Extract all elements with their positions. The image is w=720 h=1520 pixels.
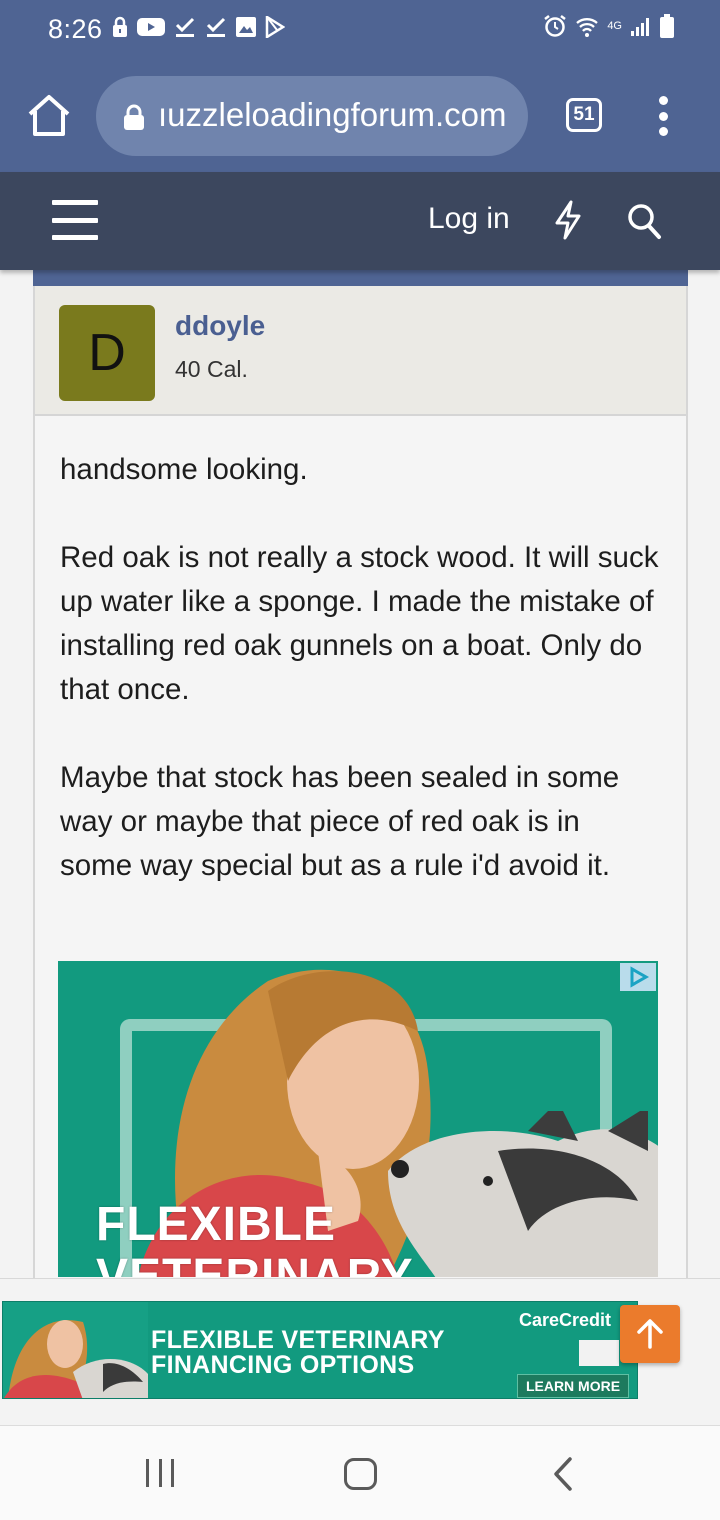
- site-navigation: Log in: [0, 172, 720, 270]
- battery-icon: [660, 14, 674, 38]
- system-navigation-bar: [0, 1425, 720, 1520]
- wifi-icon: [576, 18, 599, 37]
- check-download-icon: [175, 17, 195, 37]
- post-paragraph: handsome looking.: [60, 453, 308, 486]
- url-text: ıuzzleloadingforum.com: [158, 96, 507, 133]
- ad-headline: FLEXIBLE VETERINARY: [96, 1198, 414, 1278]
- menu-icon[interactable]: [52, 200, 98, 240]
- alarm-icon: [544, 15, 567, 37]
- login-link[interactable]: Log in: [428, 202, 510, 236]
- status-bar: 8:26 4G: [0, 0, 720, 62]
- learn-more-button[interactable]: LEARN MORE: [517, 1374, 629, 1398]
- avatar[interactable]: D: [59, 305, 155, 401]
- system-status-icons: 4G: [543, 14, 674, 38]
- post-author-header: D ddoyle 40 Cal.: [35, 286, 686, 416]
- home-icon[interactable]: [26, 92, 72, 138]
- banner-headline: FLEXIBLE VETERINARY FINANCING OPTIONS: [151, 1328, 445, 1378]
- user-title: 40 Cal.: [175, 356, 248, 382]
- username-link[interactable]: ddoyle: [175, 310, 265, 342]
- banner-headline-line2: FINANCING OPTIONS: [151, 1351, 415, 1379]
- notification-icons: [112, 16, 285, 38]
- network-type: 4G: [607, 20, 622, 32]
- home-button-icon[interactable]: [344, 1458, 377, 1490]
- banner-headline-line1: FLEXIBLE VETERINARY: [151, 1326, 445, 1354]
- status-time: 8:26: [48, 14, 103, 44]
- post-paragraph: Maybe that stock has been sealed in some…: [60, 761, 620, 882]
- ad-headline-line2: VETERINARY: [96, 1250, 414, 1278]
- whats-new-bolt-icon[interactable]: [552, 200, 584, 240]
- ad-dog-image: [388, 1111, 658, 1277]
- browser-menu-icon[interactable]: [655, 96, 671, 136]
- address-bar[interactable]: ıuzzleloadingforum.com: [96, 76, 528, 156]
- lock-icon: [124, 104, 144, 130]
- browser-toolbar: ıuzzleloadingforum.com 51: [0, 62, 720, 172]
- banner-photo: [3, 1302, 148, 1398]
- signal-icon: [631, 18, 649, 36]
- sticky-ad-container: FLEXIBLE VETERINARY FINANCING OPTIONS Ca…: [0, 1278, 720, 1424]
- back-icon[interactable]: [548, 1456, 578, 1492]
- gallery-icon: [236, 17, 256, 37]
- tab-switcher-button[interactable]: 51: [566, 98, 602, 132]
- adchoices-icon[interactable]: [620, 963, 656, 991]
- check-download-icon-2: [206, 17, 226, 37]
- ad-headline-line1: FLEXIBLE: [96, 1198, 337, 1251]
- banner-advertisement[interactable]: FLEXIBLE VETERINARY FINANCING OPTIONS Ca…: [2, 1301, 638, 1399]
- search-icon[interactable]: [626, 202, 662, 240]
- mastercard-logo-icon: [579, 1340, 619, 1366]
- post-body: handsome looking. Red oak is not really …: [60, 448, 660, 932]
- post-paragraph: Red oak is not really a stock wood. It w…: [60, 541, 659, 706]
- arrow-up-icon: [637, 1319, 663, 1349]
- inline-advertisement[interactable]: FLEXIBLE VETERINARY: [58, 961, 658, 1277]
- carecredit-logo: CareCredit: [519, 1310, 612, 1330]
- youtube-icon: [137, 18, 165, 36]
- play-store-icon: [265, 16, 285, 38]
- scroll-to-top-button[interactable]: [620, 1305, 680, 1363]
- lock-notification-icon: [113, 16, 127, 37]
- recent-apps-icon[interactable]: [146, 1459, 174, 1489]
